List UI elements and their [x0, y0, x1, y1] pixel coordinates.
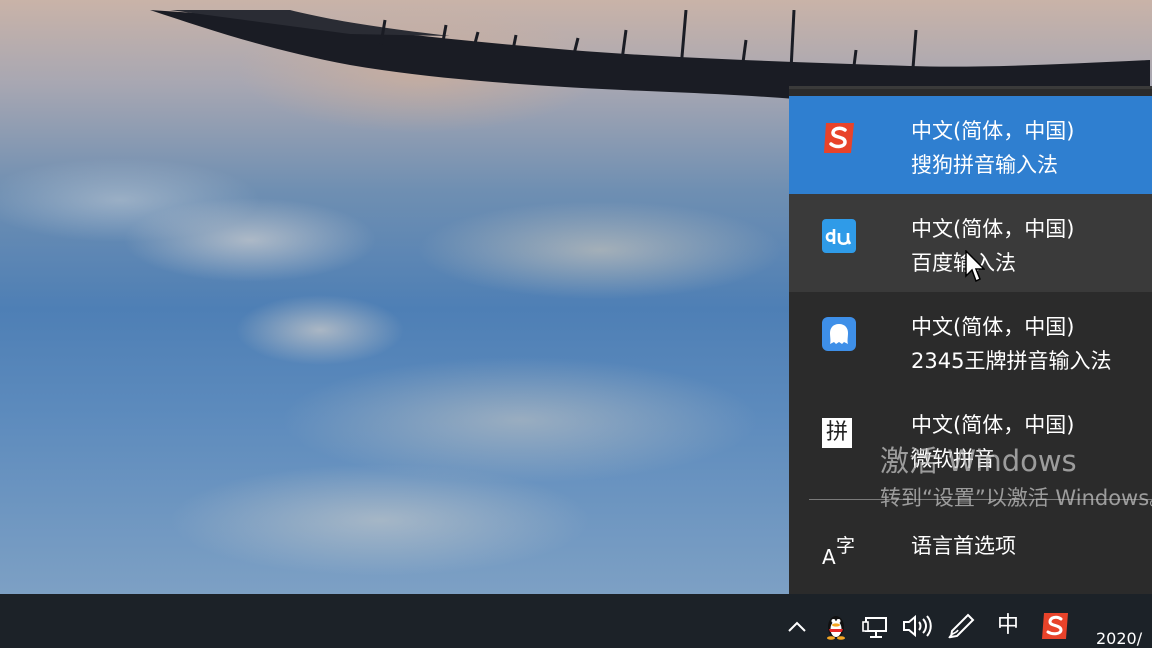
ime-name-label: 百度输入法 — [911, 251, 1016, 275]
mouse-cursor-icon — [965, 250, 985, 283]
ime-name-label: 2345王牌拼音输入法 — [911, 349, 1112, 373]
qq-penguin-icon[interactable] — [822, 612, 850, 640]
ime-language-label: 中文(简体，中国) — [911, 119, 1075, 143]
ime-name-label: 搜狗拼音输入法 — [911, 153, 1058, 177]
network-icon[interactable] — [862, 612, 892, 640]
language-preferences-icon: A 字 — [822, 535, 856, 569]
ime-language-label: 中文(简体，中国) — [911, 217, 1075, 241]
microsoft-pinyin-icon: 拼 — [822, 418, 852, 448]
ime-language-label: 中文(简体，中国) — [911, 315, 1075, 339]
ime-language-label: 中文(简体，中国) — [911, 413, 1075, 437]
baidu-ime-icon — [822, 219, 856, 253]
show-hidden-icons-chevron-icon[interactable] — [785, 612, 809, 640]
ime-item-2345[interactable]: 中文(简体，中国) 2345王牌拼音输入法 — [789, 292, 1152, 390]
pen-workspace-icon[interactable] — [946, 612, 978, 640]
ime-item-sogou[interactable]: 中文(简体，中国) 搜狗拼音输入法 — [789, 96, 1152, 194]
sogou-tray-icon[interactable] — [1040, 612, 1070, 640]
language-preferences-link[interactable]: A 字 语言首选项 — [789, 509, 1152, 589]
input-method-menu: 中文(简体，中国) 搜狗拼音输入法 中文(简体，中国) 百度输入法 中文(简体，… — [789, 86, 1152, 594]
sogou-icon — [822, 121, 856, 155]
activate-windows-subtitle: 转到“设置”以激活 Windows。 — [880, 486, 1152, 510]
2345-ime-icon — [822, 317, 856, 351]
taskbar-clock-date[interactable]: 2020/ — [1096, 630, 1142, 648]
taskbar — [0, 594, 1152, 648]
input-mode-indicator[interactable]: 中 — [994, 612, 1022, 640]
volume-icon[interactable] — [900, 612, 934, 640]
activate-windows-title: 激活 Windows — [880, 444, 1077, 478]
language-preferences-label: 语言首选项 — [911, 534, 1016, 558]
